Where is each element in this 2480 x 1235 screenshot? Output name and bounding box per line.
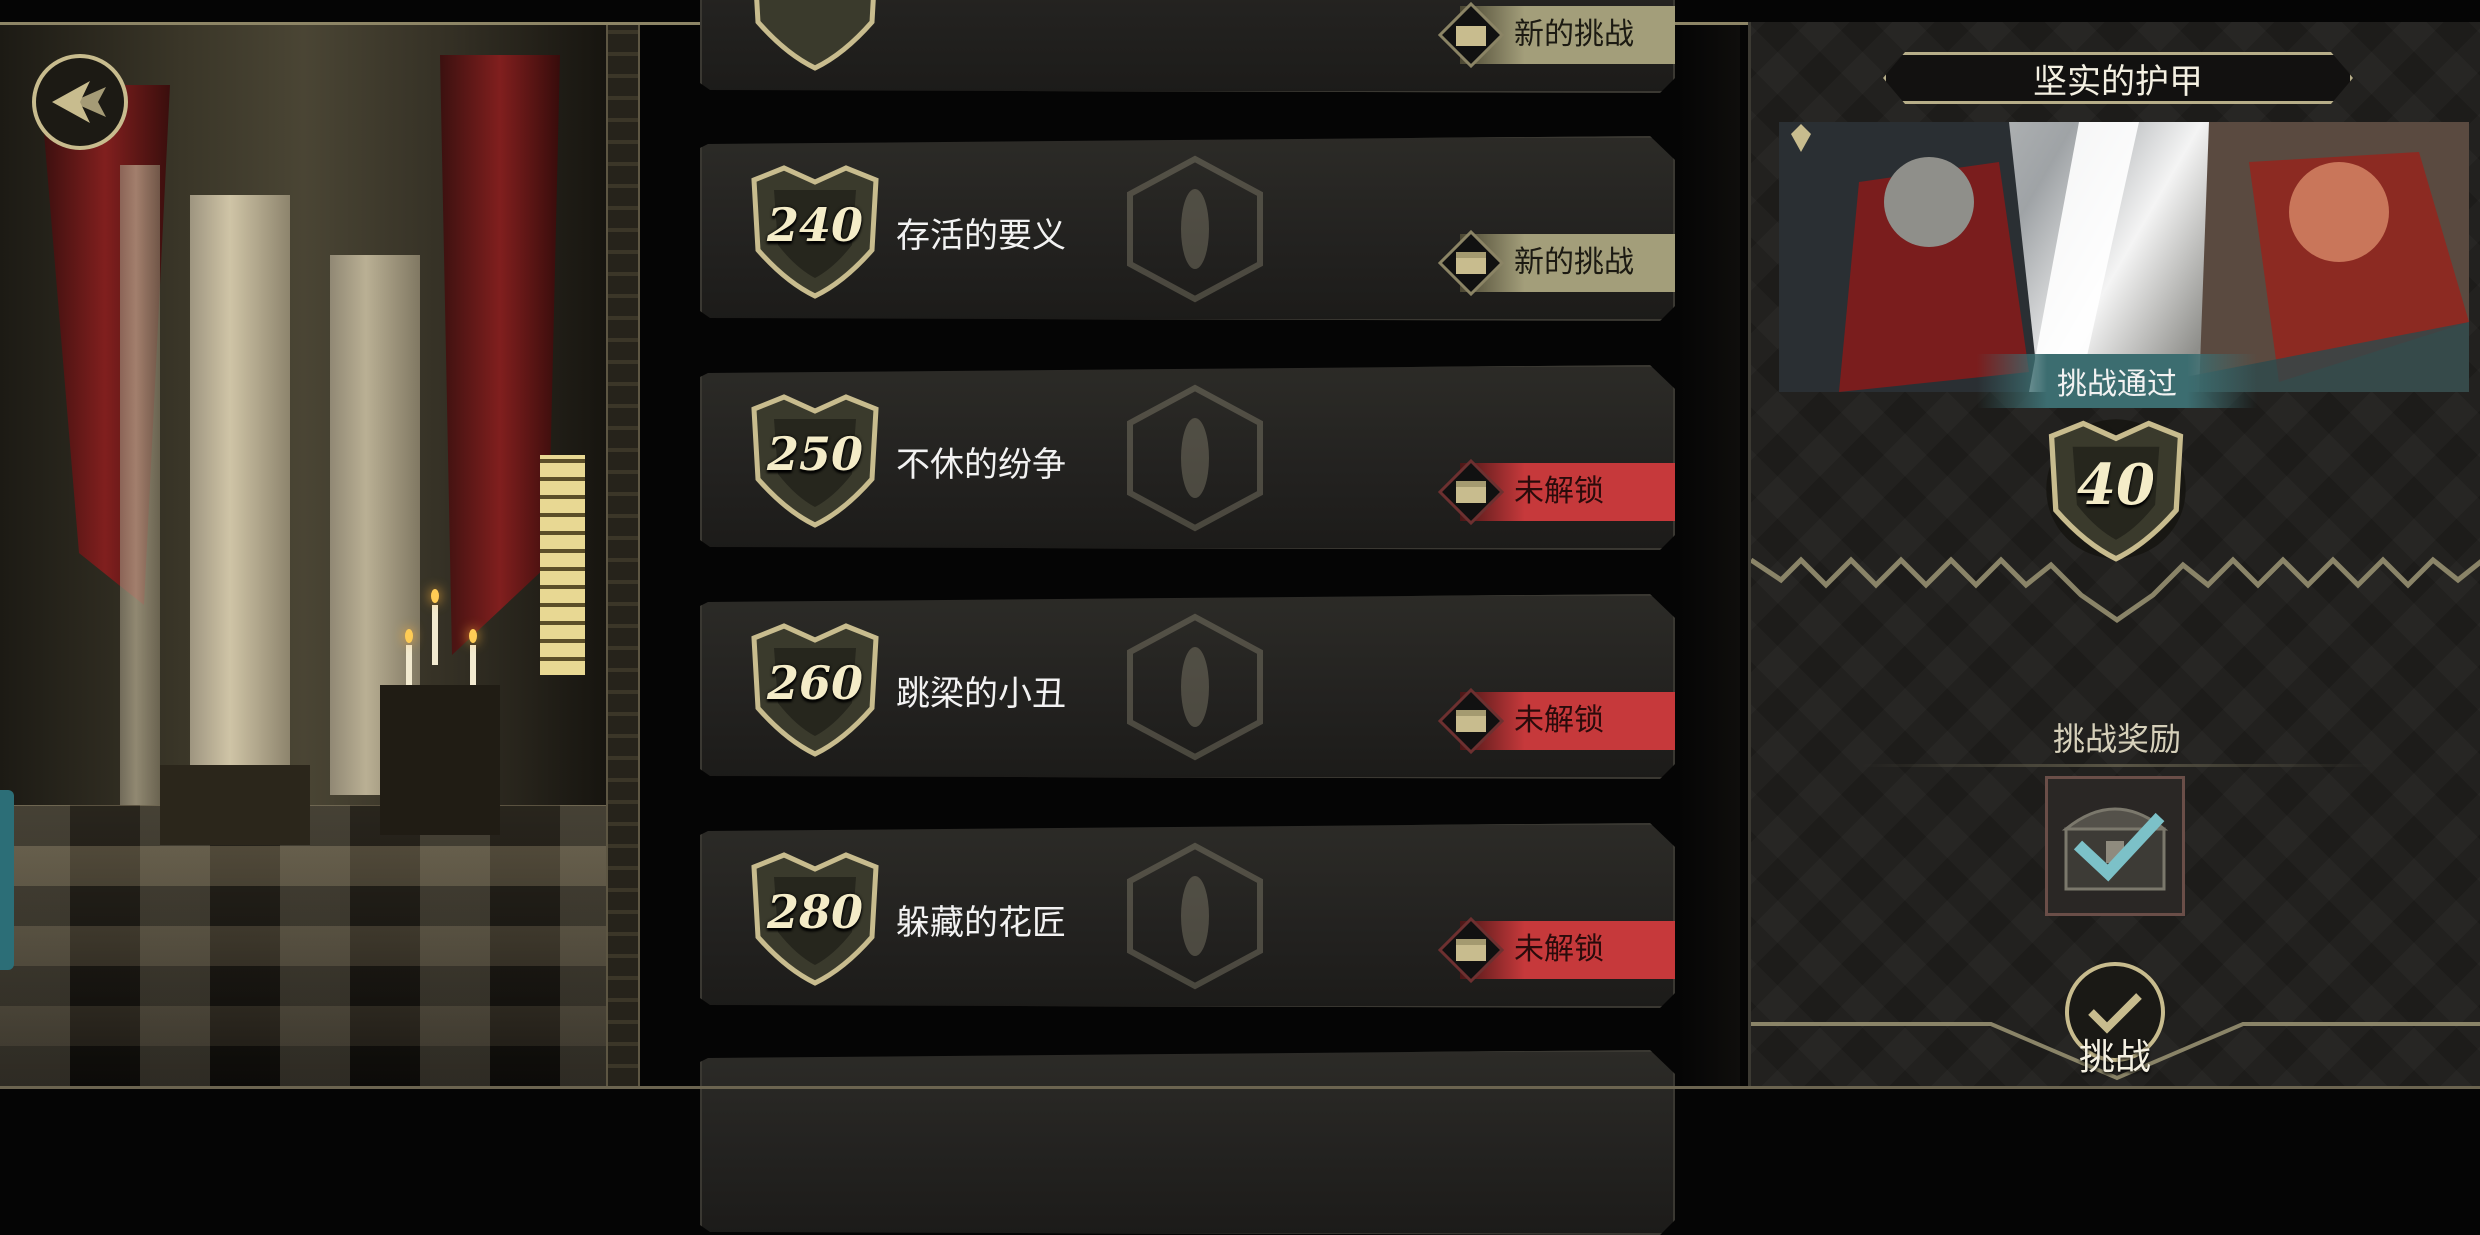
background-scene bbox=[0, 25, 608, 1086]
challenge-title: 跳梁的小丑 bbox=[896, 674, 1066, 714]
challenge-title: 躲藏的花匠 bbox=[896, 903, 1066, 943]
challenge-card[interactable]: 280 躲藏的花匠 未解锁 bbox=[700, 823, 1675, 1008]
challenge-illustration bbox=[1779, 122, 2469, 392]
challenge-status-locked: 未解锁 bbox=[1438, 917, 1675, 983]
chest-icon bbox=[1438, 230, 1504, 296]
challenge-list[interactable]: 新的挑战 240 存活的要义 新的挑战 250 不休的纷争 未解锁 260 跳梁… bbox=[700, 0, 1680, 1235]
challenge-title: 不休的纷争 bbox=[896, 445, 1066, 485]
challenge-card[interactable] bbox=[700, 1050, 1675, 1235]
challenge-card[interactable]: 240 存活的要义 新的挑战 bbox=[700, 136, 1675, 321]
challenge-status-locked: 未解锁 bbox=[1438, 688, 1675, 754]
chest-icon bbox=[1438, 688, 1504, 754]
reward-divider bbox=[1861, 764, 2373, 767]
card-emblem-icon bbox=[1127, 613, 1263, 761]
level-shield-icon bbox=[754, 0, 876, 71]
treasure-chest-icon bbox=[2061, 807, 2169, 891]
card-emblem-icon bbox=[1127, 384, 1263, 532]
challenge-title: 存活的要义 bbox=[896, 216, 1066, 256]
chest-icon bbox=[1438, 917, 1504, 983]
challenge-level: 240 bbox=[766, 198, 864, 252]
card-emblem-icon bbox=[1127, 842, 1263, 990]
challenge-card[interactable]: 新的挑战 bbox=[700, 0, 1675, 93]
challenge-button-label[interactable]: 挑战 bbox=[2015, 1028, 2215, 1080]
bottom-frame-line bbox=[0, 1086, 2480, 1089]
left-ornate-divider bbox=[606, 25, 640, 1086]
challenge-card[interactable]: 250 不休的纷争 未解锁 bbox=[700, 365, 1675, 550]
side-drawer-tab[interactable] bbox=[0, 790, 14, 970]
challenge-status-new: 新的挑战 bbox=[1438, 2, 1675, 68]
back-arrow-icon bbox=[52, 81, 106, 123]
reward-label: 挑战奖励 bbox=[2052, 720, 2181, 758]
reward-item[interactable] bbox=[2045, 776, 2185, 916]
right-divider bbox=[1680, 25, 1740, 1086]
detail-level: 40 bbox=[2077, 452, 2155, 518]
detail-title-bar: 坚实的护甲 bbox=[1883, 52, 2353, 104]
chest-icon bbox=[1438, 2, 1504, 68]
challenge-level: 280 bbox=[766, 885, 864, 939]
challenge-status-locked: 未解锁 bbox=[1438, 459, 1675, 525]
detail-title: 坚实的护甲 bbox=[2033, 61, 2203, 102]
challenge-detail-panel: 坚实的护甲 挑战通过 40 挑战奖励 挑战 bbox=[1748, 22, 2480, 1086]
challenge-level: 250 bbox=[766, 427, 864, 481]
challenge-status-new: 新的挑战 bbox=[1438, 230, 1675, 296]
challenge-level: 260 bbox=[766, 656, 864, 710]
chest-icon bbox=[1438, 459, 1504, 525]
back-button[interactable] bbox=[32, 54, 128, 150]
cleared-banner: 挑战通过 bbox=[1977, 354, 2257, 408]
card-emblem-icon bbox=[1127, 155, 1263, 303]
challenge-card[interactable]: 260 跳梁的小丑 未解锁 bbox=[700, 594, 1675, 779]
